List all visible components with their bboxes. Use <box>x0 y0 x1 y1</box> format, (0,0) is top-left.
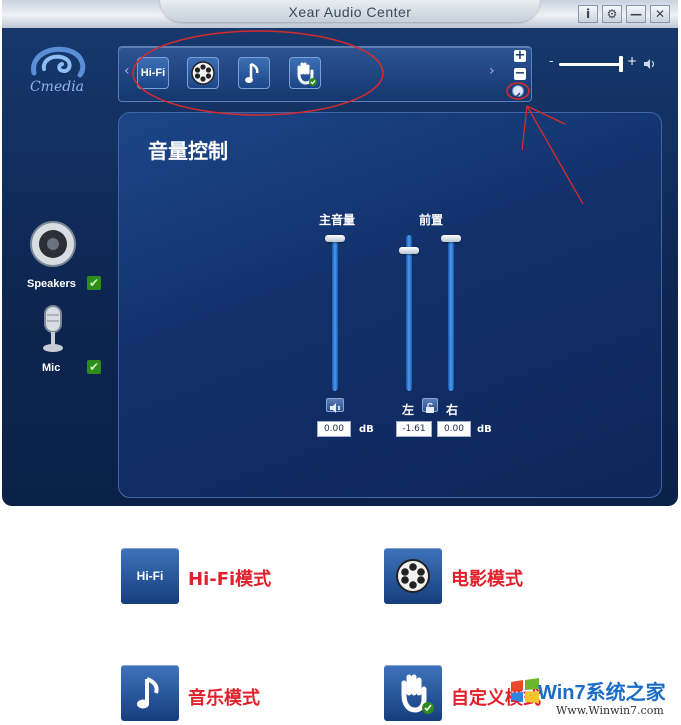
master-volume-thumb[interactable] <box>325 235 345 242</box>
mode-scroll-right-icon[interactable]: › <box>489 63 495 79</box>
logo-text: Cmedia <box>29 79 85 95</box>
global-volume-slider[interactable]: - + <box>549 54 661 72</box>
front-left-track[interactable] <box>406 235 412 391</box>
speaker-icon <box>30 221 76 267</box>
music-note-icon <box>245 62 259 83</box>
front-left-db-value[interactable]: -1.61 <box>396 421 432 437</box>
device-mic[interactable]: Mic ✔ <box>22 305 112 385</box>
global-volume-track[interactable] <box>559 63 621 66</box>
master-mute-button[interactable] <box>326 398 344 413</box>
hifi-icon: Hi-Fi <box>121 548 179 604</box>
remove-mode-button[interactable]: − <box>514 67 526 80</box>
front-db-unit: dB <box>477 424 492 435</box>
edit-mode-button[interactable] <box>512 85 524 99</box>
hand-custom-icon <box>297 62 317 86</box>
settings-button[interactable]: ⚙ <box>602 5 622 23</box>
right-channel-label: 右 <box>446 403 459 417</box>
legend-movie-text: 电影模式 <box>451 569 523 590</box>
hand-custom-icon <box>384 665 442 721</box>
custom-mode-button[interactable] <box>289 57 321 89</box>
front-right-track[interactable] <box>448 235 454 391</box>
info-button[interactable]: i <box>578 5 598 23</box>
minimize-button[interactable]: — <box>626 5 646 23</box>
watermark-url: Www.Winwin7.com <box>556 704 664 717</box>
device-speakers[interactable]: Speakers ✔ <box>22 220 112 300</box>
cmedia-swirl-icon <box>31 46 86 78</box>
speaker-volume-icon[interactable] <box>643 57 657 71</box>
legend-music-text: 音乐模式 <box>188 688 260 709</box>
panel-title: 音量控制 <box>148 139 228 163</box>
mode-bar: ‹ Hi-Fi › <box>118 46 532 102</box>
volume-down-icon[interactable]: - <box>549 54 553 68</box>
cmedia-logo: Cmedia <box>26 43 88 99</box>
front-left-thumb[interactable] <box>399 247 419 254</box>
volume-control-panel: 音量控制 主音量 前置 左 右 0.00 dB -1.61 0.00 dB <box>118 112 662 498</box>
hifi-mode-button[interactable]: Hi-Fi <box>137 57 169 89</box>
close-button[interactable]: ✕ <box>650 5 670 23</box>
win7-watermark: Win7系统之家 Www.Winwin7.com <box>508 676 680 722</box>
watermark-text: Win7系统之家 <box>538 682 666 704</box>
windows-flag-icon <box>511 678 539 703</box>
left-channel-label: 左 <box>402 403 415 417</box>
music-note-icon <box>121 665 179 721</box>
front-right-thumb[interactable] <box>441 235 461 242</box>
speakers-check-icon: ✔ <box>87 276 101 290</box>
music-mode-button[interactable] <box>238 57 270 89</box>
mic-label: Mic <box>42 362 61 374</box>
master-volume-track[interactable] <box>332 235 338 391</box>
global-volume-thumb[interactable] <box>619 56 623 72</box>
edit-icon <box>514 92 521 99</box>
speaker-mute-icon <box>330 403 341 413</box>
front-right-db-value[interactable]: 0.00 <box>437 421 471 437</box>
mic-check-icon: ✔ <box>87 360 101 374</box>
master-db-value[interactable]: 0.00 <box>317 421 351 437</box>
volume-up-icon[interactable]: + <box>627 54 637 68</box>
master-db-unit: dB <box>359 424 374 435</box>
movie-reel-icon <box>384 548 442 604</box>
unlock-icon <box>426 402 434 413</box>
front-label: 前置 <box>419 213 444 227</box>
movie-reel-icon <box>191 61 215 85</box>
speakers-label: Speakers <box>27 278 76 290</box>
xear-audio-window: Xear Audio Center i ⚙ — ✕ Cmedia ‹ Hi-Fi <box>2 0 678 506</box>
channel-lock-button[interactable] <box>422 398 438 413</box>
title-bar: Xear Audio Center i ⚙ — ✕ <box>2 0 678 28</box>
title-tab: Xear Audio Center <box>160 0 540 22</box>
master-volume-label: 主音量 <box>319 213 356 227</box>
add-mode-button[interactable]: + <box>514 49 526 62</box>
microphone-icon <box>43 305 63 352</box>
movie-mode-button[interactable] <box>187 57 219 89</box>
legend-hifi-text: Hi-Fi模式 <box>188 569 272 590</box>
mode-scroll-left-icon[interactable]: ‹ <box>124 63 130 79</box>
window-title: Xear Audio Center <box>288 4 412 20</box>
